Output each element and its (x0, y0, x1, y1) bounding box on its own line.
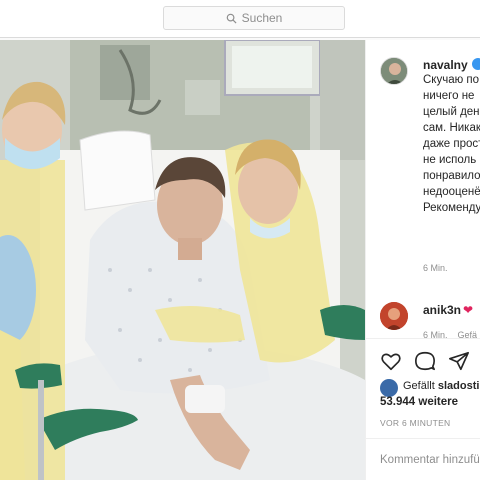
caption-line: понравило (423, 170, 480, 182)
commenter-username[interactable]: anik3n (423, 303, 461, 317)
divider (366, 438, 480, 439)
verified-badge-icon (472, 58, 480, 70)
caption-line: Рекоменду (423, 202, 480, 214)
top-navigation-bar: Suchen (0, 0, 480, 38)
avatar-image (381, 58, 407, 84)
author-avatar[interactable] (380, 57, 408, 85)
caption-line: Скучаю по (423, 74, 480, 86)
likes-count[interactable]: 53.944 weitere (380, 396, 458, 408)
search-placeholder: Suchen (241, 11, 283, 25)
commenter-avatar[interactable] (380, 302, 408, 330)
caption-line: не исполь (423, 154, 477, 166)
post-photo[interactable] (0, 40, 365, 480)
post-side-panel: navalny Скучаю по ничего не целый ден са… (365, 40, 480, 480)
comment-bubble-icon[interactable] (414, 350, 436, 372)
liked-by-prefix: Gefällt (403, 380, 438, 392)
post-time: 6 Min. (423, 263, 448, 273)
posted-ago: VOR 6 MINUTEN (380, 418, 451, 428)
hospital-photo-illustration (0, 40, 365, 480)
add-comment-input[interactable]: Kommentar hinzufü (380, 454, 480, 466)
post-actions (366, 345, 480, 375)
share-send-icon[interactable] (448, 350, 470, 372)
search-box[interactable]: Suchen (163, 6, 345, 30)
liker-avatar[interactable] (380, 379, 398, 397)
liked-by-text: Gefällt sladosti (403, 380, 479, 392)
divider (366, 338, 480, 339)
author-username[interactable]: navalny (423, 58, 468, 72)
caption-line: ничего не (423, 90, 475, 102)
heart-emoji-icon: ❤ (463, 303, 474, 317)
caption-line: даже прост (423, 138, 480, 150)
like-heart-icon[interactable] (380, 350, 402, 372)
caption-line: сам. Никак (423, 122, 480, 134)
liked-by-user[interactable]: sladosti (438, 380, 480, 392)
caption-line: целый ден (423, 106, 480, 118)
commenter-avatar-image (380, 302, 408, 330)
caption-line: недооценё (423, 186, 480, 198)
search-icon (226, 13, 237, 24)
